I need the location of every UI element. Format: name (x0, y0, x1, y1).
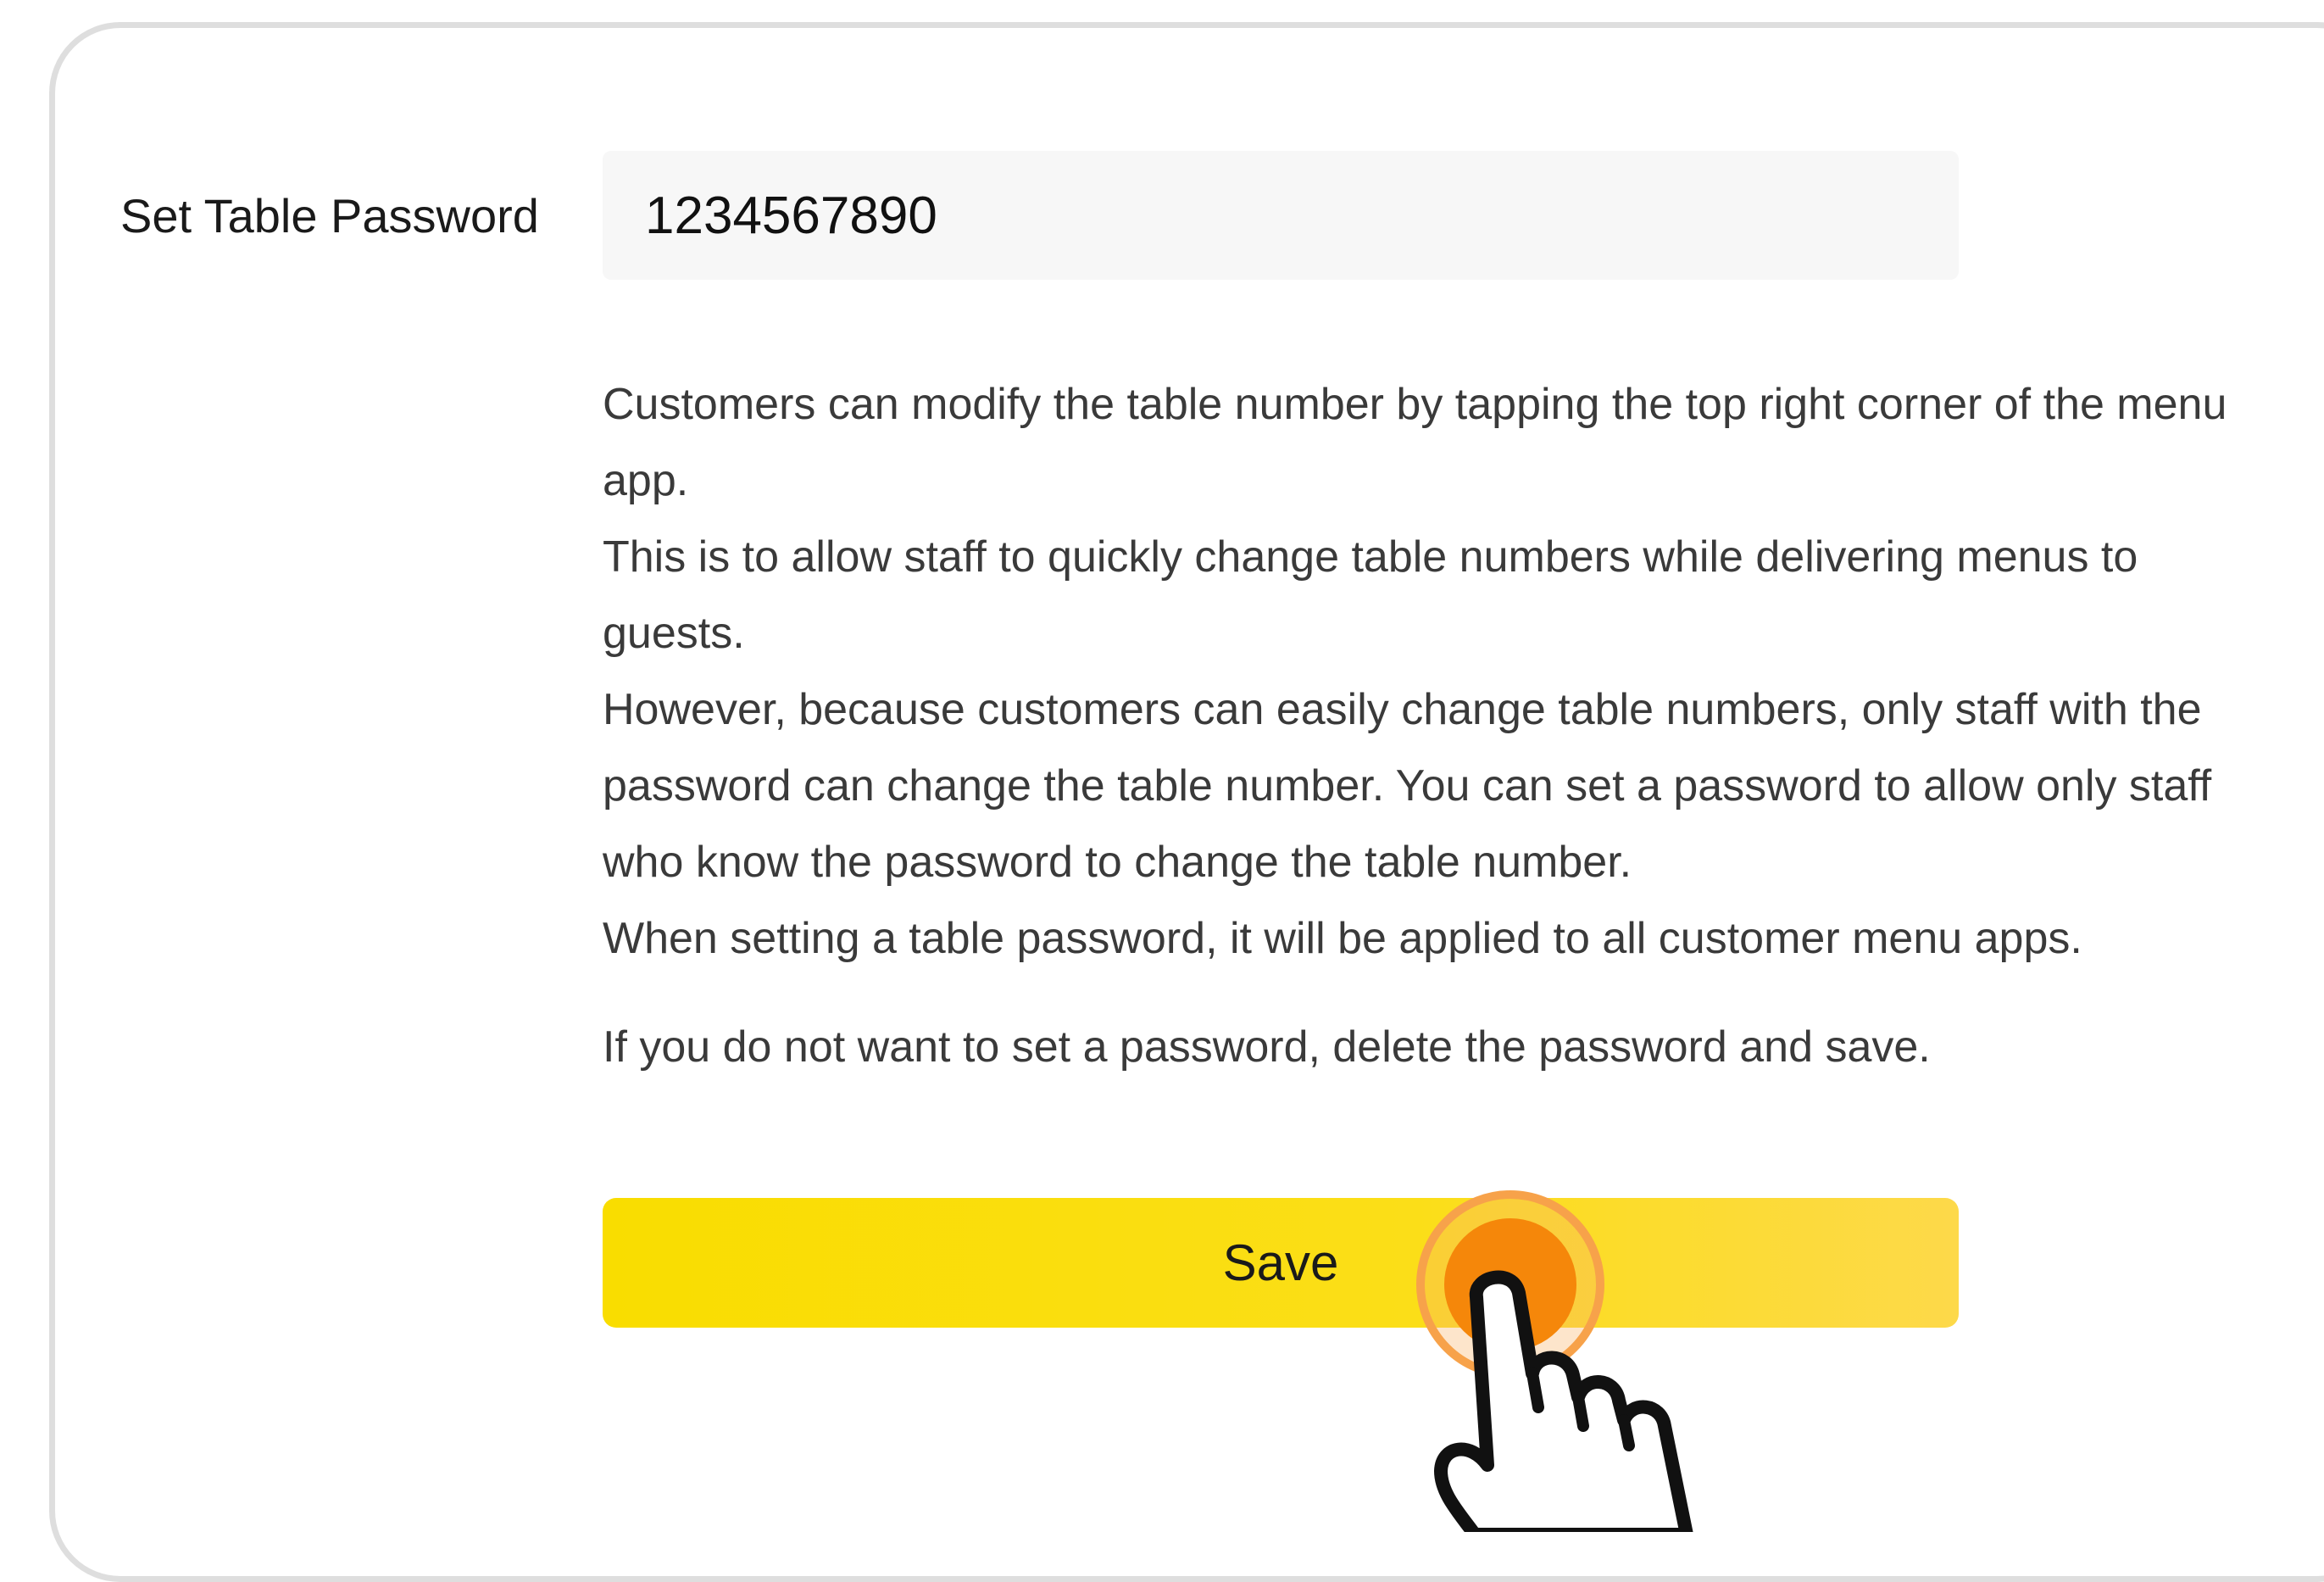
help-paragraph: Customers can modify the table number by… (603, 380, 2227, 505)
password-label: Set Table Password (120, 189, 539, 242)
help-paragraph: This is to allow staff to quickly change… (603, 532, 2138, 658)
help-paragraph: However, because customers can easily ch… (603, 685, 2212, 887)
password-input[interactable] (603, 151, 1959, 280)
help-text: Customers can modify the table number by… (603, 366, 2289, 1085)
help-paragraph: If you do not want to set a password, de… (603, 1022, 1931, 1072)
help-paragraph: When setting a table password, it will b… (603, 914, 2082, 963)
save-button[interactable]: Save (603, 1198, 1959, 1328)
